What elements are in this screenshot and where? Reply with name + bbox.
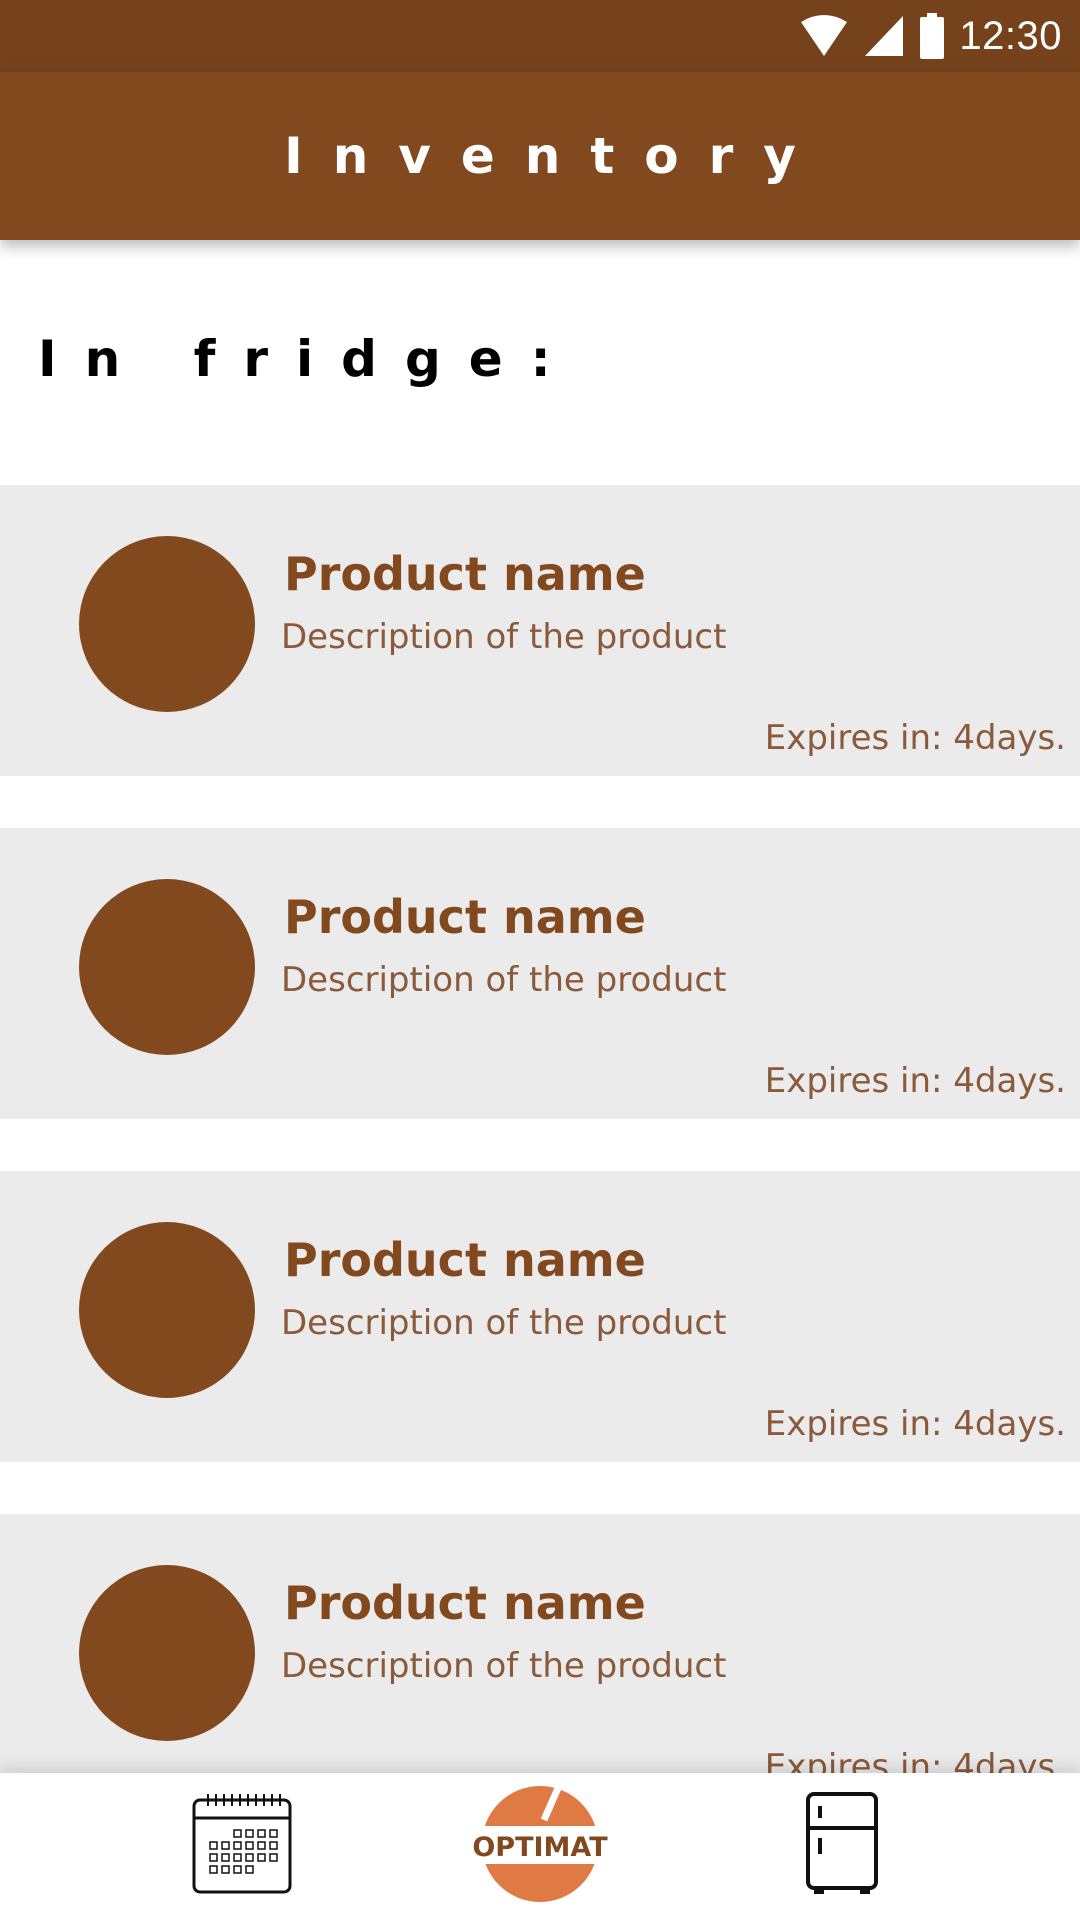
logo-label: OPTIMAT [472,1832,608,1863]
fridge-icon [806,1792,878,1894]
optimat-logo: OPTIMAT [472,1786,608,1902]
calendar-icon [192,1794,292,1894]
product-card[interactable]: Product name Description of the product … [0,828,1080,1119]
product-image [79,1222,255,1398]
product-card[interactable]: Product name Description of the product … [0,1514,1080,1805]
product-card[interactable]: Product name Description of the product … [0,1171,1080,1462]
status-time: 12:30 [959,13,1062,58]
status-icons: 12:30 [799,10,1062,62]
product-image [79,879,255,1055]
product-name: Product name [284,890,646,944]
product-image [79,536,255,712]
product-description: Description of the product [281,1303,727,1343]
nav-home-logo-button[interactable]: OPTIMAT [468,1773,612,1915]
product-name: Product name [284,1233,646,1287]
product-description: Description of the product [281,960,727,1000]
product-card[interactable]: Product name Description of the product … [0,485,1080,776]
nav-fridge-button[interactable] [792,1773,892,1915]
section-title: In fridge: [38,330,579,388]
page-title: Inventory [284,127,826,185]
product-expiry: Expires in: 4days. [764,1061,1066,1101]
product-image [79,1565,255,1741]
product-list[interactable]: Product name Description of the product … [0,485,1080,1857]
product-name: Product name [284,1576,646,1630]
status-bar: 12:30 [0,0,1080,72]
product-expiry: Expires in: 4days. [764,1404,1066,1444]
product-description: Description of the product [281,617,727,657]
signal-icon [865,16,904,56]
battery-icon [920,13,945,59]
product-description: Description of the product [281,1646,727,1686]
app-bar: Inventory [0,72,1080,240]
nav-calendar-button[interactable] [180,1773,304,1915]
bottom-nav: OPTIMAT [0,1773,1080,1915]
wifi-icon [801,15,848,56]
product-expiry: Expires in: 4days. [764,718,1066,758]
product-name: Product name [284,547,646,601]
